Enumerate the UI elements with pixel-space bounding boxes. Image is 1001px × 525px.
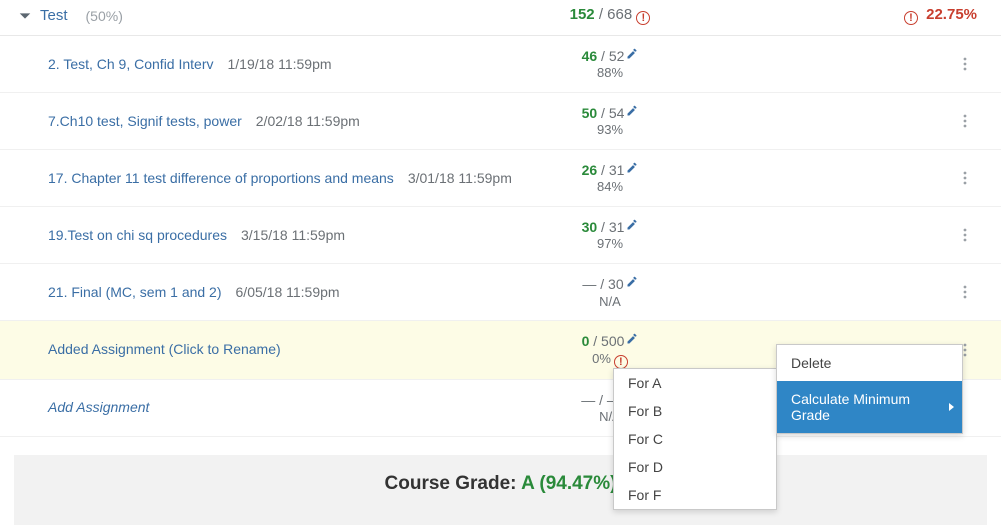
submenu-for-d[interactable]: For D xyxy=(614,453,776,481)
row-context-menu[interactable]: Delete Calculate Minimum Grade xyxy=(776,344,963,434)
row-actions-button[interactable] xyxy=(953,166,977,190)
category-percent: ! 22.75% xyxy=(700,6,1001,25)
menu-calculate-minimum-grade[interactable]: Calculate Minimum Grade xyxy=(777,381,962,433)
assignment-date: 6/05/18 11:59pm xyxy=(236,284,340,300)
chevron-right-icon xyxy=(949,403,954,411)
assignment-row: 17. Chapter 11 test difference of propor… xyxy=(0,150,1001,207)
category-header[interactable]: Test (50%) 152 / 668 ! ! 22.75% xyxy=(0,0,1001,36)
row-actions-button[interactable] xyxy=(953,280,977,304)
assignment-name-link[interactable]: 21. Final (MC, sem 1 and 2) xyxy=(48,284,222,300)
submenu-for-b[interactable]: For B xyxy=(614,397,776,425)
assignment-score: 46 / 5288% xyxy=(520,46,700,82)
pencil-icon[interactable] xyxy=(626,274,638,286)
assignment-name-link[interactable]: 7.Ch10 test, Signif tests, power xyxy=(48,113,242,129)
pencil-icon[interactable] xyxy=(626,160,638,172)
submenu-for-c[interactable]: For C xyxy=(614,425,776,453)
assignment-date: 2/02/18 11:59pm xyxy=(256,113,360,129)
assignment-name-link[interactable]: 17. Chapter 11 test difference of propor… xyxy=(48,170,394,186)
pencil-icon[interactable] xyxy=(626,331,638,343)
category-weight: (50%) xyxy=(86,8,123,24)
pencil-icon[interactable] xyxy=(626,46,638,58)
assignment-row: 2. Test, Ch 9, Confid Interv 1/19/18 11:5… xyxy=(0,36,1001,93)
course-grade: Course Grade: A (94.47%) xyxy=(14,455,987,525)
pencil-icon[interactable] xyxy=(626,217,638,229)
chevron-down-icon xyxy=(18,9,32,23)
menu-delete[interactable]: Delete xyxy=(777,345,962,381)
assignment-row: 21. Final (MC, sem 1 and 2) 6/05/18 11:59… xyxy=(0,264,1001,321)
assignment-score: 30 / 3197% xyxy=(520,217,700,253)
row-actions-button[interactable] xyxy=(953,109,977,133)
assignment-score: — / 30N/A xyxy=(520,274,700,310)
assignment-name-link[interactable]: 19.Test on chi sq procedures xyxy=(48,227,227,243)
minimum-grade-submenu[interactable]: For A For B For C For D For F xyxy=(613,368,777,510)
alert-icon: ! xyxy=(904,11,918,25)
assignment-date: 3/15/18 11:59pm xyxy=(241,227,345,243)
row-actions-button[interactable] xyxy=(953,223,977,247)
assignment-score: 0 / 5000%! xyxy=(520,331,700,368)
assignment-date: 3/01/18 11:59pm xyxy=(408,170,512,186)
assignment-score: 26 / 3184% xyxy=(520,160,700,196)
category-name[interactable]: Test xyxy=(40,7,68,24)
submenu-for-f[interactable]: For F xyxy=(614,481,776,509)
assignment-name-link[interactable]: Added Assignment (Click to Rename) xyxy=(48,341,281,357)
pencil-icon[interactable] xyxy=(626,103,638,115)
row-actions-button[interactable] xyxy=(953,52,977,76)
assignment-score: 50 / 5493% xyxy=(520,103,700,139)
alert-icon: ! xyxy=(614,355,628,369)
submenu-for-a[interactable]: For A xyxy=(614,369,776,397)
category-points: 152 / 668 ! xyxy=(520,6,700,25)
alert-icon: ! xyxy=(636,11,650,25)
assignment-date: 1/19/18 11:59pm xyxy=(228,56,332,72)
assignment-name-link[interactable]: 2. Test, Ch 9, Confid Interv xyxy=(48,56,214,72)
assignment-row: 7.Ch10 test, Signif tests, power 2/02/18 … xyxy=(0,93,1001,150)
assignment-row: 19.Test on chi sq procedures 3/15/18 11:5… xyxy=(0,207,1001,264)
add-assignment-link[interactable]: Add Assignment xyxy=(48,399,149,415)
